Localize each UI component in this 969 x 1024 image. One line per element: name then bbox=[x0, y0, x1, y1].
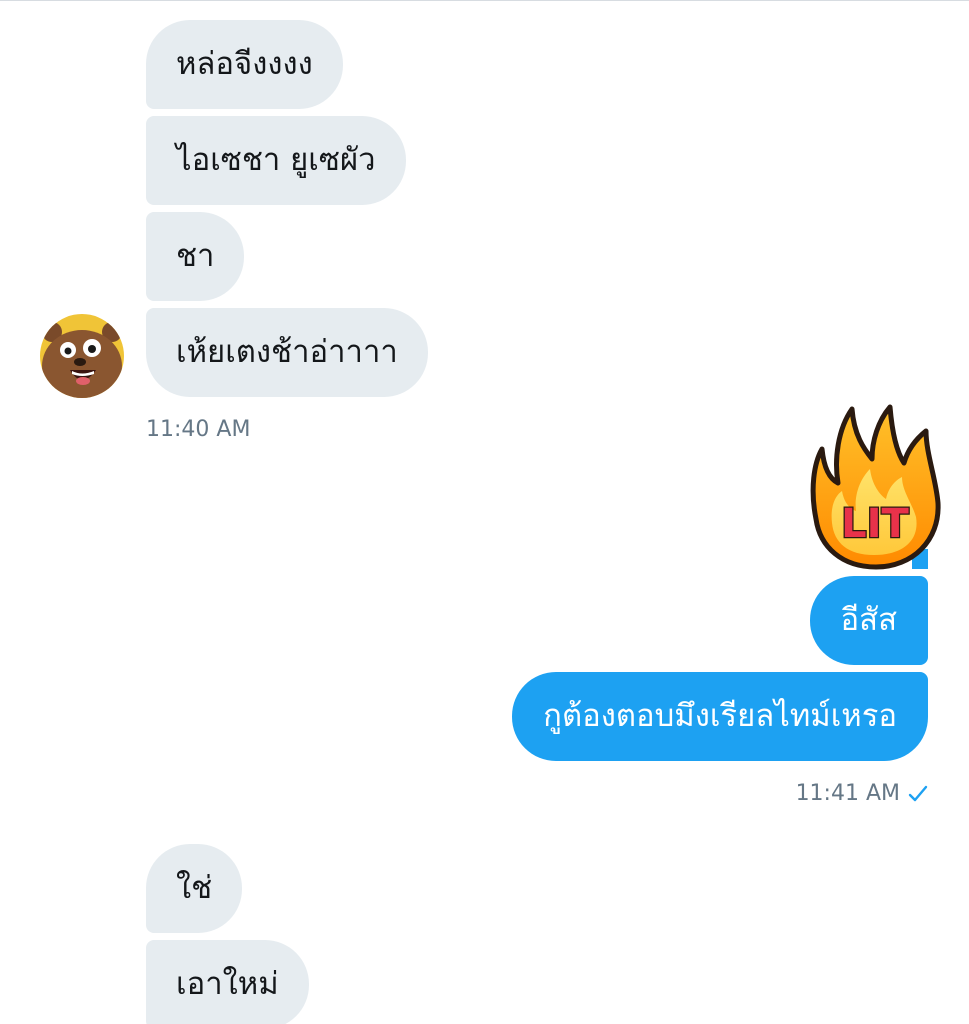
fire-lit-sticker[interactable]: LIT bbox=[808, 401, 943, 571]
sent-message[interactable]: อีสัส bbox=[809, 576, 928, 665]
received-message[interactable]: หล่อจีงงงง bbox=[146, 20, 343, 109]
received-message[interactable]: ไอเซชา ยูเซผัว bbox=[146, 116, 406, 205]
timestamp: 11:41 AM bbox=[795, 781, 900, 806]
sent-timestamp-row: 11:41 AM bbox=[796, 781, 928, 806]
bear-avatar[interactable] bbox=[40, 314, 124, 398]
sticker-label: LIT bbox=[841, 501, 909, 547]
checkmark-icon bbox=[908, 785, 928, 801]
received-message[interactable]: เอาใหม่ bbox=[146, 940, 309, 1024]
received-message[interactable]: เห้ยเตงช้าอ่าาาา bbox=[146, 308, 428, 397]
sent-message[interactable]: กูต้องตอบมึงเรียลไทม์เหรอ bbox=[512, 672, 928, 761]
timestamp: 11:40 AM bbox=[146, 417, 251, 442]
received-message[interactable]: ใช่ bbox=[146, 844, 243, 933]
dm-conversation: หล่อจีงงงง ไอเซชา ยูเซผัว ชา เห้ยเตงช้าอ… bbox=[0, 0, 969, 1024]
received-message[interactable]: ชา bbox=[146, 212, 245, 301]
